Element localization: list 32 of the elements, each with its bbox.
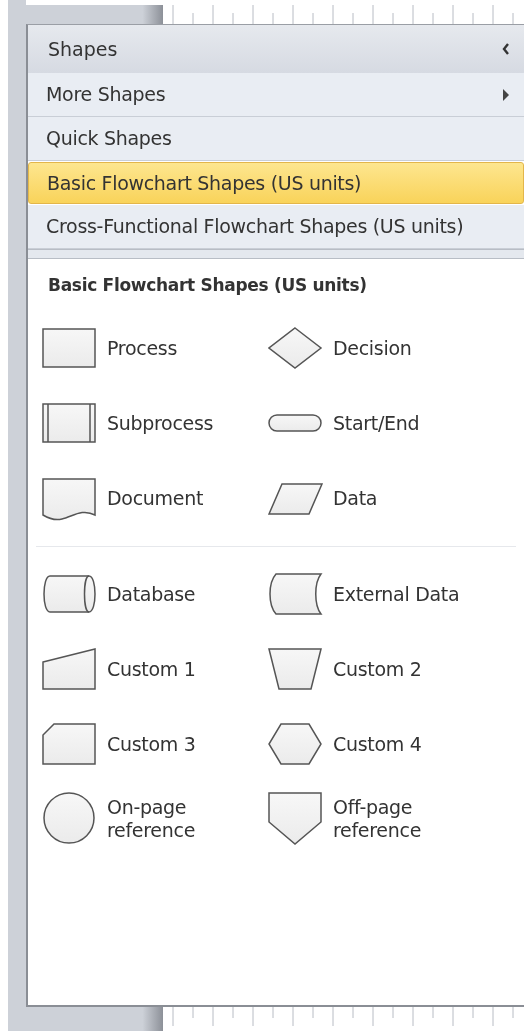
shape-label: Custom 4: [333, 732, 422, 756]
submenu-arrow-icon: [502, 88, 510, 101]
shape-label: Database: [107, 582, 196, 606]
stencil-menu-item[interactable]: More Shapes: [28, 73, 524, 117]
diamond-shape-icon[interactable]: [268, 325, 323, 371]
subprocess-shape-icon[interactable]: [42, 400, 97, 446]
circle-icon[interactable]: [42, 792, 97, 846]
shape-label: External Data: [333, 582, 460, 606]
shape-label: Custom 1: [107, 657, 196, 681]
stencil-menu-item[interactable]: Quick Shapes: [28, 117, 524, 161]
shape-label: Subprocess: [107, 411, 214, 435]
hexagon-icon[interactable]: [268, 721, 323, 767]
slanted-quad-icon[interactable]: [42, 646, 97, 692]
shape-label: On-page reference: [107, 796, 196, 842]
stencil-title: Basic Flowchart Shapes (US units): [47, 274, 368, 297]
process-shape-icon[interactable]: [42, 325, 97, 371]
shape-label: Custom 2: [333, 657, 422, 681]
external-data-shape-icon[interactable]: [268, 571, 323, 617]
shape-label: Off-page reference: [333, 796, 422, 842]
stencil-menu-item[interactable]: Basic Flowchart Shapes (US units): [28, 162, 524, 204]
panel-title: Shapes: [48, 36, 118, 62]
shape-label: Data: [333, 486, 378, 510]
shape-label: Document: [107, 486, 204, 510]
pentagon-icon[interactable]: [268, 792, 323, 846]
collapse-icon[interactable]: [502, 43, 510, 55]
shape-label: Process: [107, 336, 177, 360]
shape-label: Custom 3: [107, 732, 196, 756]
shape-label: Start/End: [333, 411, 420, 435]
shape-label: Decision: [333, 336, 412, 360]
document-shape-icon[interactable]: [42, 475, 97, 521]
trapezoid-icon[interactable]: [268, 646, 323, 692]
stencil-menu-item[interactable]: Cross-Functional Flowchart Shapes (US units): [28, 205, 524, 249]
